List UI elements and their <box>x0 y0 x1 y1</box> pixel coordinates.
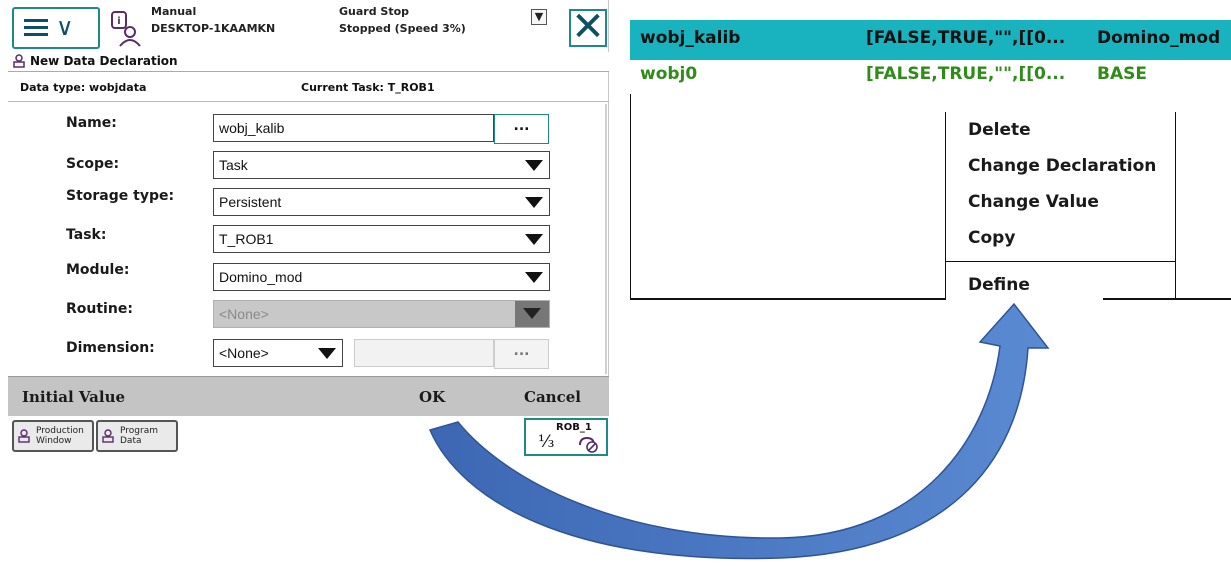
run-status: Stopped (Speed 3%) <box>339 22 466 35</box>
tab-label: Program <box>120 426 158 436</box>
scope-label: Scope: <box>66 156 120 172</box>
storage-type-label: Storage type: <box>66 188 175 204</box>
row-module: Domino_mod <box>1097 28 1221 48</box>
row-value: [FALSE,TRUE,"",[[0... <box>866 28 1066 48</box>
data-declaration-icon <box>13 54 25 68</box>
dropdown-arrow-icon <box>525 197 543 208</box>
dialog-titlebar: New Data Declaration <box>8 52 609 72</box>
dropdown-arrow-icon <box>525 234 543 245</box>
dropdown-arrow-icon <box>318 348 336 359</box>
hamburger-icon <box>24 19 48 37</box>
menu-item-change-value[interactable]: Change Value <box>968 192 1099 212</box>
main-menu-button[interactable]: ∨ <box>12 7 100 49</box>
name-field[interactable]: wobj_kalib <box>213 114 494 142</box>
operator-status-icon[interactable]: i <box>110 10 142 48</box>
row-module: BASE <box>1097 64 1147 84</box>
task-select[interactable]: T_ROB1 <box>213 225 550 253</box>
scope-select[interactable]: Task <box>213 151 550 179</box>
dimension-select[interactable]: <None> <box>213 339 343 367</box>
tab-label: Window <box>36 436 72 446</box>
guard-status: Guard Stop <box>339 5 410 18</box>
tab-label: Data <box>120 436 142 446</box>
name-browse-button[interactable]: ... <box>494 114 549 144</box>
event-log-icon[interactable]: ▼ <box>531 9 547 25</box>
menu-item-copy[interactable]: Copy <box>968 228 1015 248</box>
context-menu-divider <box>946 261 1175 262</box>
context-menu-border <box>945 112 946 300</box>
program-data-icon <box>102 429 114 443</box>
module-select[interactable]: Domino_mod <box>213 263 550 291</box>
curved-arrow-annotation <box>428 302 1050 560</box>
dialog-title: New Data Declaration <box>30 54 178 68</box>
module-label: Module: <box>66 262 130 278</box>
row-name: wobj_kalib <box>640 28 741 48</box>
list-left-border <box>630 94 631 300</box>
tab-label: Production <box>36 426 84 436</box>
dropdown-arrow-icon <box>525 160 543 171</box>
close-button[interactable]: ✕ <box>569 4 607 50</box>
routine-label: Routine: <box>66 301 133 317</box>
row-value: [FALSE,TRUE,"",[[0... <box>866 64 1066 84</box>
initial-value-button[interactable]: Initial Value <box>22 388 125 406</box>
program-data-tab[interactable]: Program Data <box>96 420 178 452</box>
dropdown-arrow-icon <box>525 272 543 283</box>
mode-label: Manual <box>151 5 197 18</box>
info-bar: Data type: wobjdata Current Task: T_ROB1 <box>8 72 609 102</box>
dimension-label: Dimension: <box>66 340 155 356</box>
menu-item-change-declaration[interactable]: Change Declaration <box>968 156 1156 176</box>
svg-text:i: i <box>117 16 120 27</box>
list-bottom-border <box>1103 298 1231 300</box>
task-label: Task: <box>66 227 107 243</box>
chevron-down-icon: ∨ <box>56 13 74 41</box>
storage-type-select[interactable]: Persistent <box>213 188 550 216</box>
production-window-tab[interactable]: Production Window <box>12 420 94 452</box>
data-type-label: Data type: wobjdata <box>20 81 147 94</box>
menu-item-delete[interactable]: Delete <box>968 120 1031 140</box>
name-label: Name: <box>66 115 117 131</box>
production-window-icon <box>18 429 30 443</box>
current-task-label: Current Task: T_ROB1 <box>301 81 435 94</box>
row-name: wobj0 <box>640 64 698 84</box>
host-label: DESKTOP-1KAAMKN <box>151 22 276 35</box>
context-menu-border <box>1175 112 1176 300</box>
close-icon: ✕ <box>571 4 605 50</box>
